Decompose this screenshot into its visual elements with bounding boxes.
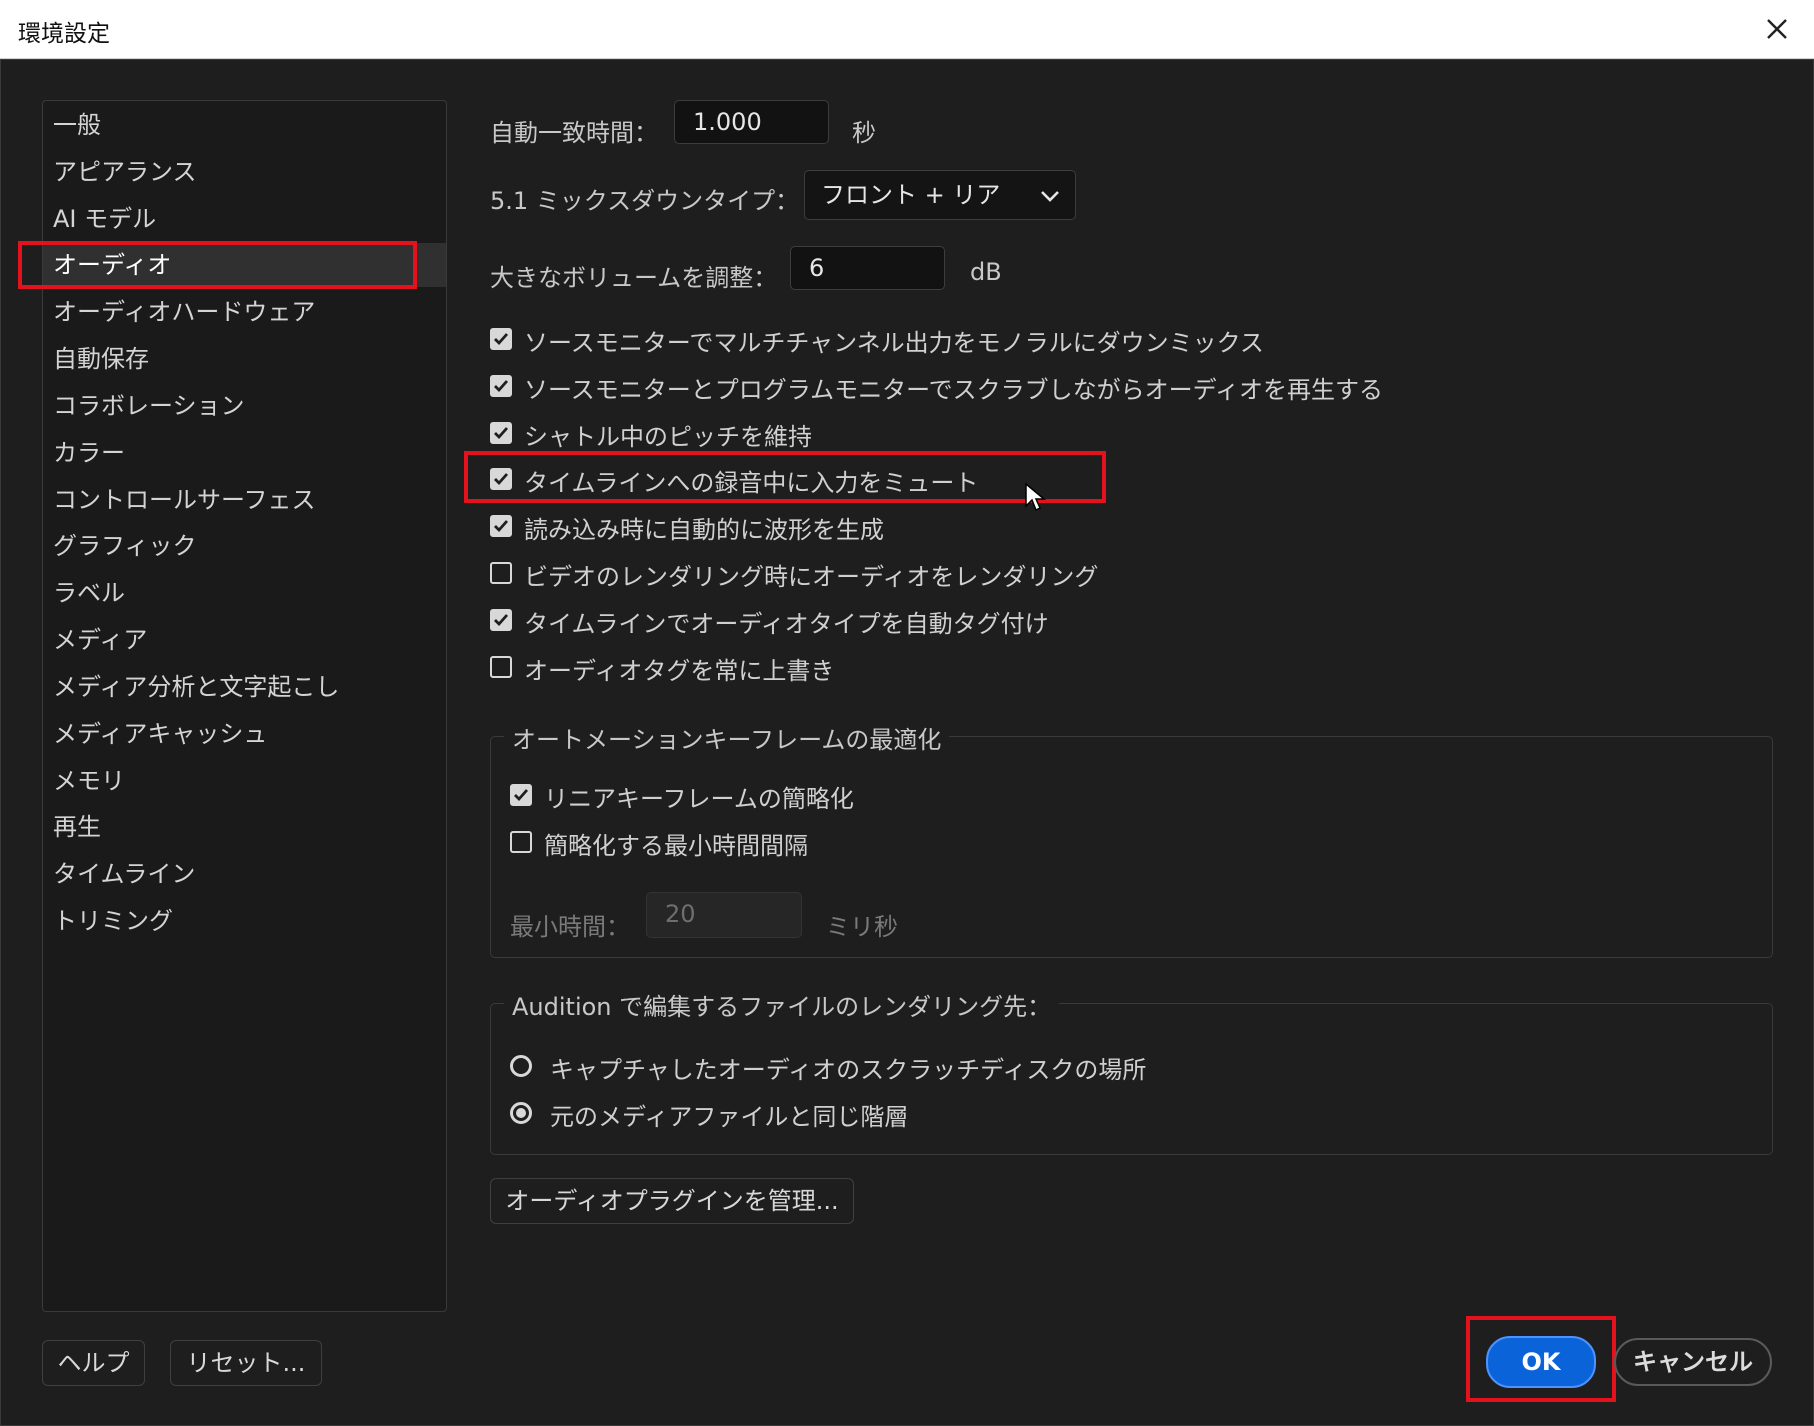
checkmark-icon [494,520,509,533]
mixdown-label: 5.1 ミックスダウンタイプ： [490,187,800,215]
sidebar-item-collaboration[interactable]: コラボレーション [43,384,446,428]
auto-match-label: 自動一致時間： [490,119,658,147]
cancel-button[interactable]: キャンセル [1614,1338,1772,1386]
radio-label: 元のメディアファイルと同じ階層 [550,1103,909,1131]
min-time-input[interactable]: 20 [646,892,802,938]
large-volume-unit: dB [970,258,1002,286]
checkmark-icon [494,614,509,627]
sidebar-item-trimming[interactable]: トリミング [43,899,446,943]
mixdown-value: フロント + リア [821,181,1001,209]
radio-label: キャプチャしたオーディオのスクラッチディスクの場所 [550,1056,1147,1084]
chevron-down-icon [1041,191,1059,202]
title-bar: 環境設定 [0,0,1814,59]
sidebar-item-control-surface[interactable]: コントロールサーフェス [43,478,446,522]
checkbox-label: ビデオのレンダリング時にオーディオをレンダリング [524,563,1099,591]
category-sidebar: 一般 アピアランス AI モデル オーディオ オーディオハードウェア 自動保存 … [42,100,447,1312]
checkmark-icon [494,427,509,440]
sidebar-item-audio[interactable]: オーディオ [43,243,446,287]
radio-button[interactable] [510,1055,532,1077]
checkbox-box[interactable] [490,609,512,631]
checkbox-label: シャトル中のピッチを維持 [524,423,812,451]
mixdown-select[interactable]: フロント + リア [804,170,1076,220]
checkmark-icon [514,789,529,802]
checkbox-box[interactable] [490,422,512,444]
checkbox-box[interactable] [490,468,512,490]
mouse-cursor-icon [1025,482,1046,512]
checkmark-icon [494,380,509,393]
sidebar-item-media[interactable]: メディア [43,618,446,662]
sidebar-item-media-analysis[interactable]: メディア分析と文字起こし [43,665,446,709]
checkbox-label: リニアキーフレームの簡略化 [544,785,854,813]
help-button[interactable]: ヘルプ [42,1340,145,1386]
checkbox-box[interactable] [510,784,532,806]
auto-match-unit: 秒 [852,119,876,147]
checkbox-label: 簡略化する最小時間間隔 [544,832,808,860]
sidebar-item-auto-save[interactable]: 自動保存 [43,337,446,381]
checkbox-box[interactable] [490,656,512,678]
sidebar-item-general[interactable]: 一般 [43,103,446,147]
checkbox-box[interactable] [490,562,512,584]
sidebar-item-labels[interactable]: ラベル [43,571,446,615]
window-title: 環境設定 [18,21,110,47]
sidebar-item-graphics[interactable]: グラフィック [43,524,446,568]
sidebar-item-audio-hardware[interactable]: オーディオハードウェア [43,290,446,334]
sidebar-item-appearance[interactable]: アピアランス [43,150,446,194]
close-icon [1767,19,1787,39]
sidebar-item-timeline[interactable]: タイムライン [43,852,446,896]
checkbox-label: ソースモニターとプログラムモニターでスクラブしながらオーディオを再生する [524,376,1383,404]
checkbox-box[interactable] [490,515,512,537]
min-time-label: 最小時間： [510,913,630,941]
keyframe-group-title: オートメーションキーフレームの最適化 [504,720,950,755]
manage-plugins-button[interactable]: オーディオプラグインを管理... [490,1178,854,1224]
checkbox-box[interactable] [490,375,512,397]
checkbox-label: タイムラインへの録音中に入力をミュート [524,469,979,497]
radio-button[interactable] [510,1102,532,1124]
sidebar-item-playback[interactable]: 再生 [43,805,446,849]
checkbox-box[interactable] [490,328,512,350]
sidebar-item-color[interactable]: カラー [43,431,446,475]
min-time-unit: ミリ秒 [826,913,898,941]
render-group-title: Audition で編集するファイルのレンダリング先： [504,987,1060,1022]
close-button[interactable] [1758,10,1796,48]
sidebar-item-media-cache[interactable]: メディアキャッシュ [43,712,446,756]
checkbox-label: ソースモニターでマルチチャンネル出力をモノラルにダウンミックス [524,329,1264,357]
checkmark-icon [494,333,509,346]
ok-button[interactable]: OK [1486,1336,1596,1388]
checkbox-label: オーディオタグを常に上書き [524,657,835,685]
large-volume-label: 大きなボリュームを調整： [490,264,778,292]
reset-button[interactable]: リセット... [170,1340,322,1386]
large-volume-input[interactable]: 6 [790,246,945,290]
checkbox-label: タイムラインでオーディオタイプを自動タグ付け [524,610,1049,638]
checkbox-box[interactable] [510,831,532,853]
checkmark-icon [494,473,509,486]
sidebar-item-ai-model[interactable]: AI モデル [43,197,446,241]
sidebar-item-memory[interactable]: メモリ [43,759,446,803]
auto-match-input[interactable]: 1.000 [674,100,829,144]
checkbox-label: 読み込み時に自動的に波形を生成 [524,516,884,544]
